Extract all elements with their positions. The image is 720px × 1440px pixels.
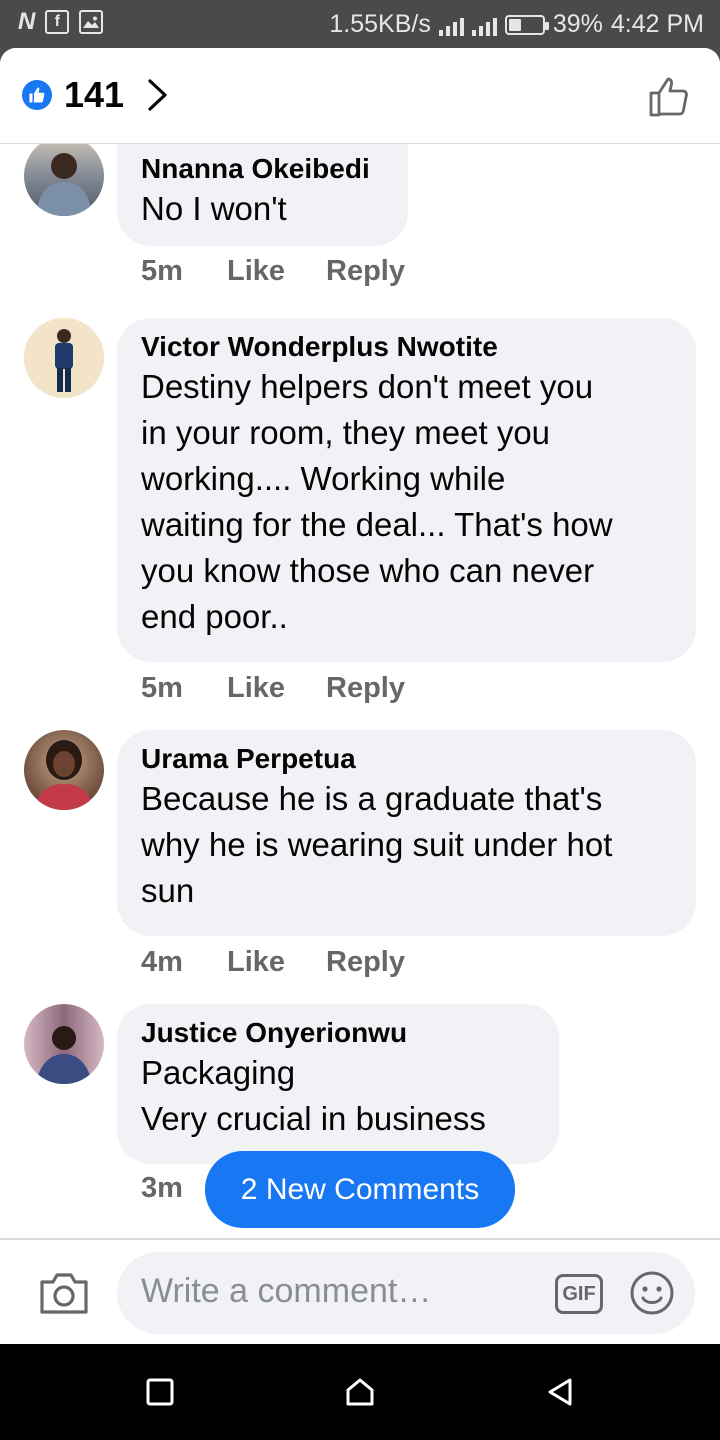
emoji-icon[interactable] xyxy=(629,1270,675,1316)
comment-text: Destiny helpers don't meet you in your r… xyxy=(141,368,613,635)
comment-time[interactable]: 4m xyxy=(141,946,227,979)
like-count[interactable]: 141 xyxy=(64,74,124,116)
like-reaction-icon[interactable] xyxy=(22,80,52,110)
comment-input-placeholder: Write a comment… xyxy=(141,1272,432,1310)
comment-actions: 4m Like Reply xyxy=(141,946,405,979)
status-indicators: 1.55KB/s 39% 4:42 PM xyxy=(329,10,704,39)
battery-percent: 39% xyxy=(552,10,603,38)
back-icon[interactable] xyxy=(545,1377,575,1407)
signal-icon xyxy=(438,14,464,36)
image-notification-icon xyxy=(79,10,104,34)
notification-icons: N f xyxy=(18,8,104,35)
comment-text: Because he is a graduate that's why he i… xyxy=(141,780,613,909)
android-navigation-bar xyxy=(0,1344,720,1440)
comment-like-button[interactable]: Like xyxy=(227,946,326,979)
comment-reply-button[interactable]: Reply xyxy=(326,255,405,288)
comment-time[interactable]: 5m xyxy=(141,255,227,288)
comment-author[interactable]: Justice Onyerionwu xyxy=(141,1016,535,1050)
comment-actions: 5m Like Reply xyxy=(141,255,405,288)
comment-author[interactable]: Victor Wonderplus Nwotite xyxy=(141,330,672,364)
comment-author[interactable]: Nnanna Okeibedi xyxy=(141,152,384,186)
comment-author[interactable]: Urama Perpetua xyxy=(141,742,672,776)
comment-list: Nnanna Okeibedi No I won't 5m Like Reply… xyxy=(0,144,720,1238)
network-app-icon: N xyxy=(18,8,36,35)
network-speed: 1.55KB/s xyxy=(329,10,431,38)
comment-text: Packaging Very crucial in business xyxy=(141,1054,486,1137)
home-icon[interactable] xyxy=(345,1377,375,1407)
comment-bubble[interactable]: Nnanna Okeibedi No I won't xyxy=(117,144,408,246)
comment-composer: Write a comment… GIF xyxy=(0,1238,720,1344)
avatar[interactable] xyxy=(24,318,104,398)
comment-like-button[interactable]: Like xyxy=(227,255,326,288)
clock: 4:42 PM xyxy=(610,10,704,38)
avatar[interactable] xyxy=(24,1004,104,1084)
comment-reply-button[interactable]: Reply xyxy=(326,672,405,705)
comment-reply-button[interactable]: Reply xyxy=(326,946,405,979)
comment-like-button[interactable]: Like xyxy=(227,672,326,705)
like-button-icon[interactable] xyxy=(648,74,692,118)
chevron-right-icon[interactable] xyxy=(146,78,170,112)
signal-icon-2 xyxy=(471,14,497,36)
status-bar: N f 1.55KB/s 39% 4:42 PM xyxy=(0,0,720,48)
comment-input[interactable]: Write a comment… GIF xyxy=(117,1252,695,1334)
comment-text: No I won't xyxy=(141,190,287,227)
new-comments-button[interactable]: 2 New Comments xyxy=(205,1151,515,1228)
comment-actions: 5m Like Reply xyxy=(141,672,405,705)
reactions-header: 141 xyxy=(0,48,720,144)
gif-button[interactable]: GIF xyxy=(555,1274,603,1314)
comment-bubble[interactable]: Justice Onyerionwu Packaging Very crucia… xyxy=(117,1004,559,1164)
battery-icon xyxy=(504,14,549,35)
comment-bubble[interactable]: Urama Perpetua Because he is a graduate … xyxy=(117,730,696,936)
comment-bubble[interactable]: Victor Wonderplus Nwotite Destiny helper… xyxy=(117,318,696,662)
camera-icon[interactable] xyxy=(38,1270,90,1316)
avatar[interactable] xyxy=(24,144,104,216)
facebook-notification-icon: f xyxy=(45,10,70,34)
avatar[interactable] xyxy=(24,730,104,810)
comments-sheet: 141 Nnanna Okeibedi No I won't 5m Like R… xyxy=(0,48,720,1344)
recents-icon[interactable] xyxy=(145,1377,175,1407)
comment-time[interactable]: 5m xyxy=(141,672,227,705)
